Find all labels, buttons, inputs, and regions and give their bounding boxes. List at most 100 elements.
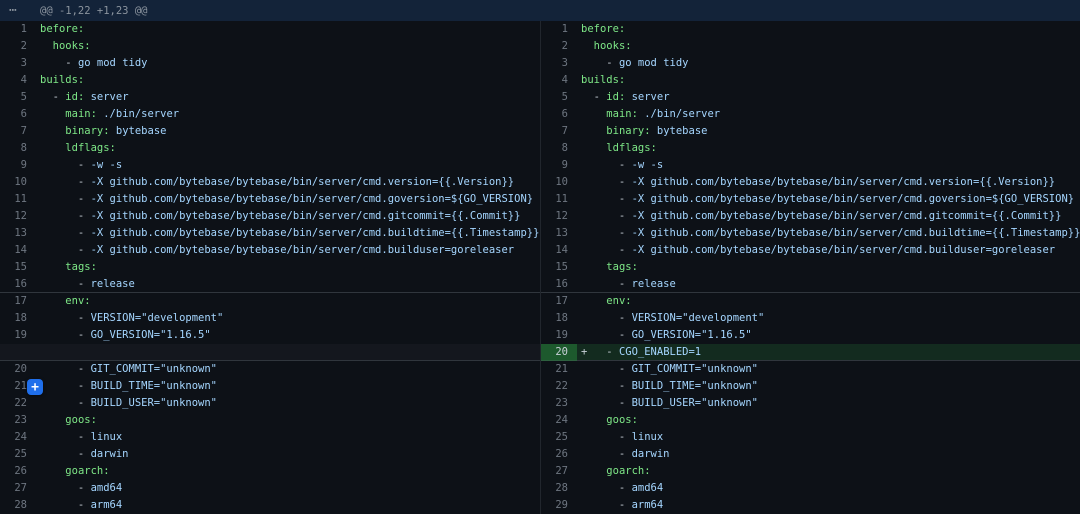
line-number[interactable]: 24 <box>541 412 577 429</box>
code-line: - -X github.com/bytebase/bytebase/bin/se… <box>36 225 540 242</box>
line-number[interactable]: 6 <box>0 106 36 123</box>
line-number[interactable]: 1 <box>541 21 577 38</box>
yaml-punctuation: - <box>581 363 632 375</box>
line-number[interactable]: 21 <box>541 361 577 378</box>
diff-pane-old: 1before:2 hooks:3 - go mod tidy4builds:5… <box>0 21 540 514</box>
line-number[interactable]: 18 <box>0 310 36 327</box>
line-number[interactable]: 5 <box>0 89 36 106</box>
line-number[interactable]: 7 <box>541 123 577 140</box>
line-number[interactable]: 12 <box>541 208 577 225</box>
yaml-value: -X github.com/bytebase/bytebase/bin/serv… <box>91 210 521 222</box>
line-number[interactable]: 26 <box>541 446 577 463</box>
code-line: tags: <box>577 259 1080 276</box>
yaml-punctuation: - <box>40 278 91 290</box>
line-number[interactable]: 4 <box>0 72 36 89</box>
line-number[interactable]: 15 <box>0 259 36 276</box>
yaml-punctuation <box>581 108 606 120</box>
yaml-value: GO_VERSION="1.16.5" <box>91 329 211 341</box>
line-number[interactable]: 18 <box>541 310 577 327</box>
line-number[interactable]: 14 <box>0 242 36 259</box>
line-number[interactable]: 6 <box>541 106 577 123</box>
expand-hunk-icon[interactable]: ⋯ <box>0 0 40 21</box>
line-number[interactable]: 11 <box>541 191 577 208</box>
line-number[interactable]: 16 <box>541 276 577 293</box>
line-number[interactable]: 2 <box>0 38 36 55</box>
diff-row-old-28: 28 - arm64 <box>0 497 540 514</box>
code-line: env: <box>36 293 540 310</box>
diff-row-new-29: 29 - arm64 <box>541 497 1080 514</box>
yaml-value: arm64 <box>91 499 123 511</box>
line-number[interactable]: 1 <box>0 21 36 38</box>
yaml-value: -X github.com/bytebase/bytebase/bin/serv… <box>632 193 1075 205</box>
line-number[interactable]: 26 <box>0 463 36 480</box>
line-number[interactable]: 20 <box>0 361 36 378</box>
code-line: goarch: <box>577 463 1080 480</box>
line-number[interactable]: 16 <box>0 276 36 293</box>
line-number[interactable]: 22 <box>541 378 577 395</box>
yaml-punctuation: - <box>581 176 632 188</box>
line-number-empty <box>0 344 36 361</box>
yaml-punctuation: - <box>587 346 619 358</box>
line-number[interactable]: 13 <box>541 225 577 242</box>
yaml-punctuation: - <box>581 91 606 103</box>
diff-row-new-15: 15 tags: <box>541 259 1080 276</box>
code-line: - VERSION="development" <box>577 310 1080 327</box>
add-comment-button[interactable]: + <box>27 379 43 395</box>
diff-row-old-25: 25 - darwin <box>0 446 540 463</box>
line-number[interactable]: 25 <box>0 446 36 463</box>
line-number[interactable]: 22 <box>0 395 36 412</box>
line-number[interactable]: 4 <box>541 72 577 89</box>
line-number[interactable]: 10 <box>0 174 36 191</box>
diff-row-new-23: 23 - BUILD_USER="unknown" <box>541 395 1080 412</box>
line-number[interactable]: 19 <box>0 327 36 344</box>
line-number[interactable]: 11 <box>0 191 36 208</box>
line-number[interactable]: 3 <box>0 55 36 72</box>
line-number[interactable]: 17 <box>0 293 36 310</box>
line-number[interactable]: 2 <box>541 38 577 55</box>
line-number[interactable]: 5 <box>541 89 577 106</box>
line-number[interactable]: 25 <box>541 429 577 446</box>
line-number[interactable]: 10 <box>541 174 577 191</box>
yaml-key: before: <box>40 23 84 35</box>
line-number[interactable]: 17 <box>541 293 577 310</box>
line-number[interactable]: 9 <box>0 157 36 174</box>
code-line: - -w -s <box>36 157 540 174</box>
line-number[interactable]: 3 <box>541 55 577 72</box>
line-number[interactable]: 12 <box>0 208 36 225</box>
line-number[interactable]: 19 <box>541 327 577 344</box>
line-number[interactable]: 23 <box>541 395 577 412</box>
yaml-value: VERSION="development" <box>632 312 765 324</box>
yaml-punctuation <box>40 125 65 137</box>
diff-row-old-1: 1 before: <box>0 21 540 38</box>
line-number[interactable]: 15 <box>541 259 577 276</box>
line-number[interactable]: 9 <box>541 157 577 174</box>
line-number[interactable]: 20 <box>541 344 577 361</box>
line-number[interactable]: 14 <box>541 242 577 259</box>
yaml-value: release <box>91 278 135 290</box>
diff-row-old-8: 8 ldflags: <box>0 140 540 157</box>
diff-row-new-27: 27 goarch: <box>541 463 1080 480</box>
yaml-punctuation: - <box>40 91 65 103</box>
yaml-punctuation: - <box>40 244 91 256</box>
yaml-value: -X github.com/bytebase/bytebase/bin/serv… <box>632 227 1080 239</box>
yaml-punctuation: - <box>581 193 632 205</box>
code-line: before: <box>577 21 1080 38</box>
line-number[interactable]: 8 <box>541 140 577 157</box>
line-number[interactable]: 24 <box>0 429 36 446</box>
yaml-value: GIT_COMMIT="unknown" <box>91 363 217 375</box>
yaml-punctuation: - <box>581 499 632 511</box>
code-line: goarch: <box>36 463 540 480</box>
line-number[interactable]: 27 <box>541 463 577 480</box>
line-number[interactable]: 29 <box>541 497 577 514</box>
yaml-punctuation: - <box>40 499 91 511</box>
yaml-punctuation: - <box>581 227 632 239</box>
line-number[interactable]: 23 <box>0 412 36 429</box>
line-number[interactable]: 28 <box>541 480 577 497</box>
code-line: - VERSION="development" <box>36 310 540 327</box>
line-number[interactable]: 13 <box>0 225 36 242</box>
line-number[interactable]: 8 <box>0 140 36 157</box>
line-number[interactable]: 27 <box>0 480 36 497</box>
line-number[interactable]: 28 <box>0 497 36 514</box>
diff-row-new-11: 11 - -X github.com/bytebase/bytebase/bin… <box>541 191 1080 208</box>
line-number[interactable]: 7 <box>0 123 36 140</box>
